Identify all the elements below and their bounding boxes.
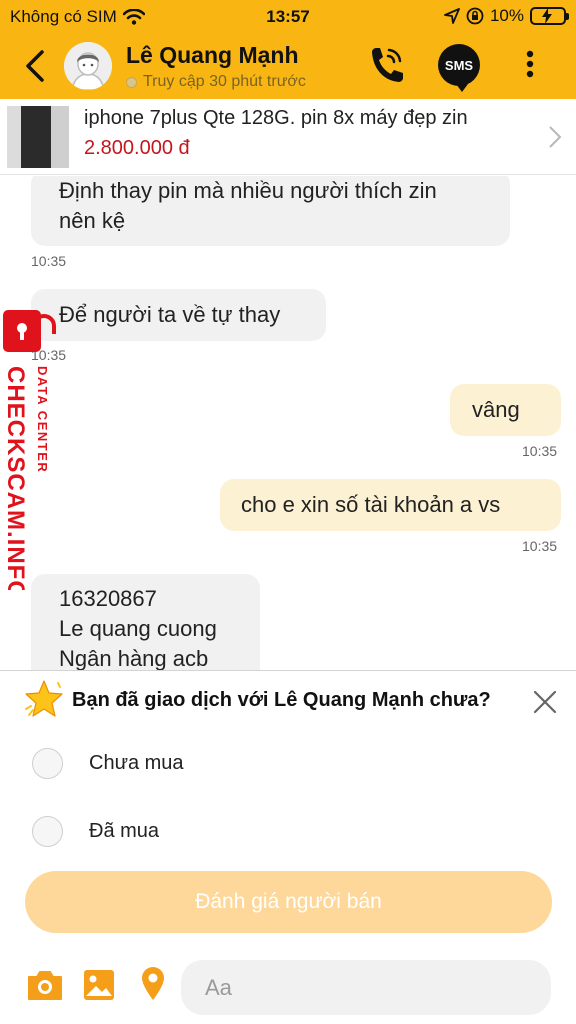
more-options-icon[interactable] [520, 50, 540, 80]
sms-button[interactable]: SMS [438, 44, 480, 92]
message-line: nên kệ [59, 208, 126, 233]
chat-navbar: Lê Quang Mạnh Truy cập 30 phút trước SMS [0, 38, 576, 96]
message-line: 16320867 [59, 586, 157, 611]
status-bar: Không có SIM 13:57 10% [0, 0, 576, 34]
message-line: Để người ta về tự thay [59, 302, 281, 327]
avatar[interactable] [64, 42, 112, 90]
message-line: Định thay pin mà nhiều người thích zin [59, 178, 437, 203]
rate-seller-button[interactable]: Đánh giá người bán [25, 871, 552, 933]
product-thumbnail [7, 106, 69, 168]
message-bubble[interactable]: vâng [450, 384, 561, 436]
close-icon[interactable] [532, 689, 558, 715]
battery-charging-icon [530, 7, 569, 25]
app-header: Không có SIM 13:57 10% Lê Quang Mạnh Tru… [0, 0, 576, 99]
message-bubble[interactable]: cho e xin số tài khoản a vs [220, 479, 561, 531]
default-avatar-icon [64, 42, 112, 90]
location-arrow-icon [444, 8, 460, 24]
option-not-bought[interactable]: Chưa mua [32, 748, 184, 779]
option-bought[interactable]: Đã mua [32, 816, 159, 847]
message-input[interactable] [181, 960, 551, 1015]
back-icon[interactable] [20, 48, 52, 84]
message-line: vâng [472, 397, 520, 422]
call-icon[interactable] [366, 44, 406, 88]
checkscam-watermark: CHECKSCAM.INFO DATA CENTER [0, 310, 60, 600]
orientation-lock-icon [466, 7, 484, 25]
option-label: Chưa mua [89, 752, 184, 774]
option-label: Đã mua [89, 820, 160, 842]
status-right: 10% [444, 6, 569, 26]
chevron-right-icon[interactable] [548, 125, 562, 149]
product-price: 2.800.000 đ [84, 137, 190, 159]
watermark-brand: CHECKSCAM.INFO [2, 366, 29, 590]
message-time: 10:35 [522, 443, 558, 459]
message-line: Ngân hàng acb [59, 646, 209, 670]
padlock-icon [3, 310, 56, 352]
star-icon [25, 680, 63, 717]
message-bubble[interactable]: Để người ta về tự thay [31, 289, 326, 341]
seller-survey: Bạn đã giao dịch với Lê Quang Mạnh chưa?… [0, 670, 576, 940]
radio-button[interactable] [32, 816, 63, 847]
watermark-subtitle: DATA CENTER [35, 366, 50, 473]
presence-text: Truy cập 30 phút trước [143, 73, 306, 90]
product-title: iphone 7plus Qte 128G. pin 8x máy đẹp zi… [84, 107, 468, 129]
product-card[interactable]: iphone 7plus Qte 128G. pin 8x máy đẹp zi… [0, 99, 576, 175]
message-time: 10:35 [522, 538, 558, 554]
message-input-bar [0, 940, 576, 1024]
battery-percent: 10% [489, 6, 524, 25]
message-time: 10:35 [31, 253, 67, 269]
message-bubble[interactable]: Định thay pin mà nhiều người thích zin n… [31, 176, 510, 246]
presence-dot-icon [126, 76, 137, 88]
message-line: cho e xin số tài khoản a vs [241, 492, 501, 517]
image-icon[interactable] [82, 968, 116, 1002]
survey-question: Bạn đã giao dịch với Lê Quang Mạnh chưa? [72, 689, 491, 711]
message-bubble[interactable]: 16320867 Le quang cuong Ngân hàng acb [31, 574, 260, 670]
radio-button[interactable] [32, 748, 63, 779]
presence-status: Truy cập 30 phút trước [126, 73, 306, 91]
chat-thread[interactable]: Định thay pin mà nhiều người thích zin n… [0, 176, 576, 670]
camera-icon[interactable] [26, 968, 64, 1002]
contact-name[interactable]: Lê Quang Mạnh [126, 42, 299, 69]
location-pin-icon[interactable] [140, 966, 166, 1002]
message-line: Le quang cuong [59, 616, 217, 641]
